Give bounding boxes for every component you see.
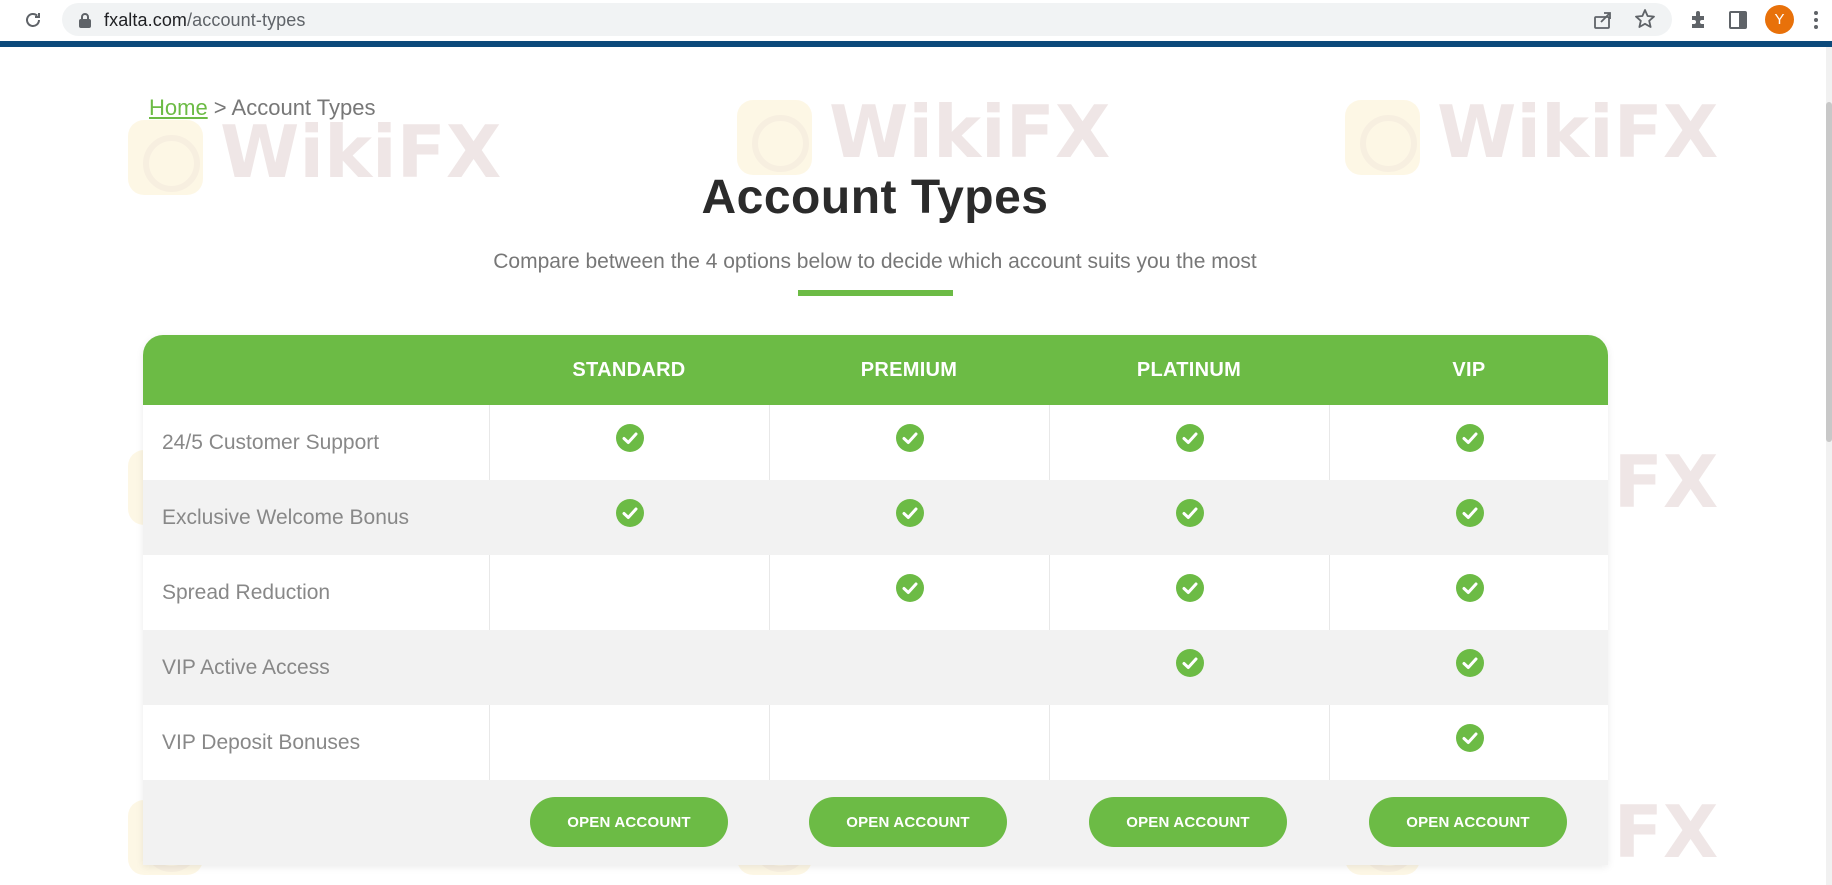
cell-vip [1329,630,1608,705]
check-icon [1455,723,1484,752]
breadcrumb: Home > Account Types [149,95,375,121]
cell-vip [1329,555,1608,630]
page-scrollbar[interactable] [1826,47,1832,885]
check-icon [1455,648,1484,677]
check-icon [1455,498,1484,527]
check-icon [615,423,644,452]
cell-platinum [1049,630,1329,705]
feature-label: 24/5 Customer Support [162,430,380,454]
extensions-icon[interactable] [1686,8,1710,32]
cell-premium [769,405,1049,480]
open-account-button-standard[interactable]: OPEN ACCOUNT [530,797,728,847]
address-bar[interactable]: fxalta.com/account-types [62,3,1672,36]
table-row: 24/5 Customer Support [143,405,1608,480]
check-icon [1175,423,1204,452]
profile-avatar[interactable]: Y [1765,5,1794,34]
cell-standard [489,705,769,780]
star-icon[interactable] [1634,8,1656,30]
cell-premium [769,555,1049,630]
plan-header-platinum: PLATINUM [1136,358,1242,381]
table-row: Exclusive Welcome Bonus [143,480,1608,555]
table-row: Spread Reduction [143,555,1608,630]
watermark: WikiFX [1345,90,1718,180]
scrollbar-thumb[interactable] [1826,102,1832,442]
site-header-stripe [0,41,1832,47]
cell-vip [1329,705,1608,780]
check-icon [895,498,924,527]
plan-header-standard: STANDARD [572,358,686,381]
table-row: VIP Deposit Bonuses [143,705,1608,780]
check-icon [1175,648,1204,677]
feature-label: VIP Active Access [162,655,330,679]
url-text[interactable]: fxalta.com/account-types [104,10,306,31]
open-account-row: OPEN ACCOUNT OPEN ACCOUNT OPEN ACCOUNT O… [143,780,1608,865]
cell-premium [769,630,1049,705]
watermark: WikiFX [737,90,1110,180]
breadcrumb-separator: > [207,95,232,120]
cell-vip [1329,480,1608,555]
breadcrumb-home-link[interactable]: Home [149,95,208,120]
check-icon [1175,498,1204,527]
check-icon [1455,423,1484,452]
cell-standard [489,630,769,705]
open-account-button-platinum[interactable]: OPEN ACCOUNT [1089,797,1287,847]
check-icon [895,423,924,452]
page-title: Account Types [701,171,1049,224]
share-icon[interactable] [1592,9,1614,31]
lock-icon[interactable] [78,12,92,28]
feature-label: Exclusive Welcome Bonus [162,505,410,529]
cell-standard [489,480,769,555]
reload-icon[interactable] [20,7,46,33]
feature-label: Spread Reduction [162,580,331,604]
menu-icon[interactable] [1810,8,1822,32]
cell-standard [489,405,769,480]
account-comparison-table: STANDARD PREMIUM PLATINUM VIP 24/5 Custo… [143,335,1608,865]
browser-toolbar: fxalta.com/account-types Y [0,0,1832,41]
plan-header-vip: VIP [1452,358,1486,381]
breadcrumb-current: Account Types [231,95,376,120]
side-panel-icon[interactable] [1726,8,1750,32]
open-account-button-vip[interactable]: OPEN ACCOUNT [1369,797,1567,847]
check-icon [1455,573,1484,602]
check-icon [1175,573,1204,602]
cell-premium [769,705,1049,780]
cell-platinum [1049,480,1329,555]
table-header: STANDARD PREMIUM PLATINUM VIP [143,335,1608,405]
open-account-button-premium[interactable]: OPEN ACCOUNT [809,797,1007,847]
page-subtitle: Compare between the 4 options below to d… [493,250,1257,273]
cell-premium [769,480,1049,555]
feature-label: VIP Deposit Bonuses [162,730,361,754]
table-row: VIP Active Access [143,630,1608,705]
cell-vip [1329,405,1608,480]
check-icon [615,498,644,527]
check-icon [895,573,924,602]
title-underline [798,290,953,296]
cell-platinum [1049,405,1329,480]
cell-platinum [1049,555,1329,630]
cell-standard [489,555,769,630]
cell-platinum [1049,705,1329,780]
plan-header-premium: PREMIUM [860,358,958,381]
